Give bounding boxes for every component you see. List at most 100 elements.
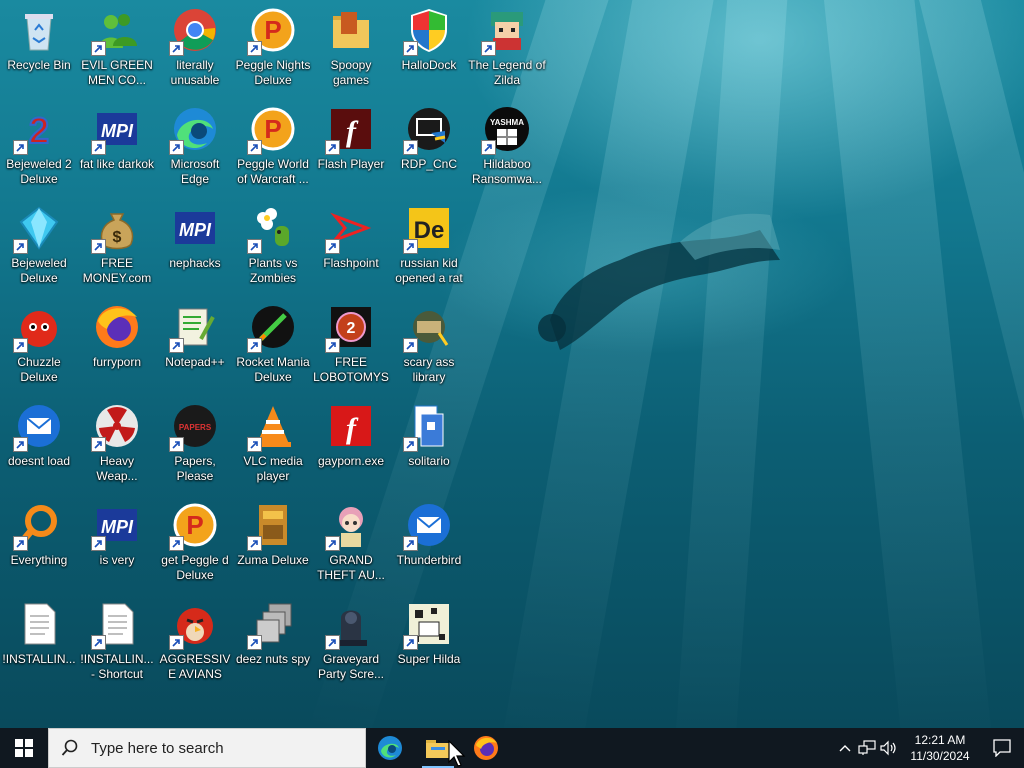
shortcut-arrow-icon: [13, 140, 28, 155]
windows-logo-icon: [15, 739, 33, 757]
taskbar-firefox[interactable]: [462, 728, 510, 768]
desktop-icon[interactable]: solitario: [390, 396, 468, 492]
shortcut-arrow-icon: [13, 437, 28, 452]
shortcut-arrow-icon: [403, 140, 418, 155]
volume-button[interactable]: [878, 728, 900, 768]
desktop-icon[interactable]: Heavy Weap...: [78, 396, 156, 492]
desktop-icon[interactable]: Graveyard Party Scre...: [312, 594, 390, 690]
thunderbird-icon: [13, 402, 63, 452]
desktop-icon[interactable]: scary ass library: [390, 297, 468, 393]
papers-please-icon: PAPERS: [169, 402, 219, 452]
desktop-icon[interactable]: Plants vs Zombies: [234, 198, 312, 294]
shortcut-arrow-icon: [325, 338, 340, 353]
desktop-icon[interactable]: MPI nephacks: [156, 198, 234, 294]
money-bag-icon: $: [91, 204, 141, 254]
desktop-icon[interactable]: RDP_CnC: [390, 99, 468, 195]
network-button[interactable]: [856, 728, 878, 768]
desktop-icon[interactable]: Recycle Bin: [0, 0, 78, 96]
flash-dark-icon: f: [325, 105, 375, 155]
flash-red-icon: f: [327, 402, 375, 450]
desktop-icon[interactable]: EVIL GREEN MEN CO...: [78, 0, 156, 96]
desktop-icon[interactable]: HalloDock: [390, 0, 468, 96]
action-center-button[interactable]: [980, 728, 1024, 768]
shortcut-arrow-icon: [247, 437, 262, 452]
desktop-icon[interactable]: Everything: [0, 495, 78, 591]
svg-text:YASHMA: YASHMA: [490, 118, 524, 127]
firefox-icon: [93, 303, 141, 351]
show-hidden-icons-button[interactable]: [834, 728, 856, 768]
solitaire-icon: [403, 402, 453, 452]
desktop-icon[interactable]: deez nuts spy: [234, 594, 312, 690]
desktop-icon[interactable]: Zuma Deluxe: [234, 495, 312, 591]
shortcut-arrow-icon: [403, 437, 418, 452]
shortcut-arrow-icon: [247, 41, 262, 56]
shortcut-arrow-icon: [91, 635, 106, 650]
desktop-icon-label: Peggle World of Warcraft ...: [237, 157, 309, 186]
desktop-icon[interactable]: Thunderbird: [390, 495, 468, 591]
desktop-icon-label: is very: [99, 553, 135, 567]
shortcut-arrow-icon: [91, 536, 106, 551]
desktop-icon-label: Bejeweled 2 Deluxe: [6, 157, 72, 186]
desktop-icon[interactable]: The Legend of Zilda: [468, 0, 546, 96]
svg-text:2: 2: [29, 110, 49, 151]
shortcut-arrow-icon: [169, 41, 184, 56]
svg-text:MPI: MPI: [179, 220, 212, 240]
chevron-up-icon: [839, 745, 851, 752]
desktop-icon[interactable]: P Peggle Nights Deluxe: [234, 0, 312, 96]
desktop-icon-label: fat like darkok: [79, 157, 155, 171]
desktop-icon[interactable]: Spoopy games: [312, 0, 390, 96]
desktop-icon[interactable]: furryporn: [78, 297, 156, 393]
desktop-icon-label: FREE LOBOTOMYS: [313, 355, 389, 384]
recycle-bin-icon: [15, 6, 63, 54]
desktop-icon[interactable]: Bejeweled Deluxe: [0, 198, 78, 294]
desktop-icon[interactable]: !INSTALLIN...: [0, 594, 78, 690]
desktop-icon[interactable]: 2 Bejeweled 2 Deluxe: [0, 99, 78, 195]
desktop-icon-label: Peggle Nights Deluxe: [235, 58, 311, 87]
desktop-icon[interactable]: Flashpoint: [312, 198, 390, 294]
svg-text:De: De: [414, 217, 445, 244]
desktop-icon[interactable]: P Peggle World of Warcraft ...: [234, 99, 312, 195]
desktop-icon[interactable]: MPI is very: [78, 495, 156, 591]
desktop-icon[interactable]: Pget Peggle d Deluxe: [156, 495, 234, 591]
swimmer-figure: [538, 213, 780, 350]
desktop-icon[interactable]: 2 FREE LOBOTOMYS: [312, 297, 390, 393]
shortcut-arrow-icon: [481, 41, 496, 56]
desktop-icon[interactable]: literally unusable: [156, 0, 234, 96]
messenger-icon: [91, 6, 141, 56]
firefox-icon: [474, 736, 498, 760]
desktop-icon[interactable]: $ FREE MONEY.com: [78, 198, 156, 294]
taskbar-clock[interactable]: 12:21 AM 11/30/2024: [904, 732, 976, 764]
flower-icon: [247, 204, 297, 254]
desktop-icon[interactable]: Rocket Mania Deluxe: [234, 297, 312, 393]
taskbar-edge[interactable]: [366, 728, 414, 768]
desktop-icon-label: Recycle Bin: [7, 58, 71, 72]
desktop-icon[interactable]: Super Hilda: [390, 594, 468, 690]
desktop-icon[interactable]: AGGRESSIVE AVIANS: [156, 594, 234, 690]
desktop-icon[interactable]: Microsoft Edge: [156, 99, 234, 195]
start-button[interactable]: [0, 728, 48, 768]
magnifier-icon: [13, 501, 63, 551]
desktop-icon[interactable]: f Flash Player: [312, 99, 390, 195]
desktop-icon[interactable]: GRAND THEFT AU...: [312, 495, 390, 591]
desktop-icon[interactable]: VLC media player: [234, 396, 312, 492]
search-placeholder: Type here to search: [91, 739, 224, 757]
desktop-icon[interactable]: MPI fat like darkok: [78, 99, 156, 195]
desktop-icon[interactable]: YASHMA Hildaboo Ransomwa...: [468, 99, 546, 195]
shortcut-arrow-icon: [91, 437, 106, 452]
shortcut-arrow-icon: [481, 140, 496, 155]
desktop-icon[interactable]: f gayporn.exe: [312, 396, 390, 492]
desktop-icon[interactable]: De russian kid opened a rat: [390, 198, 468, 294]
shortcut-arrow-icon: [247, 635, 262, 650]
shortcut-arrow-icon: [13, 239, 28, 254]
desktop-icon[interactable]: Chuzzle Deluxe: [0, 297, 78, 393]
taskbar-search-box[interactable]: Type here to search: [48, 728, 366, 768]
chuzzle-icon: [13, 303, 63, 353]
shortcut-arrow-icon: [325, 536, 340, 551]
lobotomy-icon: 2: [325, 303, 375, 353]
desktop-icon[interactable]: PAPERS Papers, Please: [156, 396, 234, 492]
shortcut-arrow-icon: [325, 635, 340, 650]
desktop-icon[interactable]: Notepad++: [156, 297, 234, 393]
desktop-icon[interactable]: doesnt load: [0, 396, 78, 492]
desktop-icon[interactable]: !INSTALLIN... - Shortcut: [78, 594, 156, 690]
svg-text:$: $: [113, 229, 122, 246]
